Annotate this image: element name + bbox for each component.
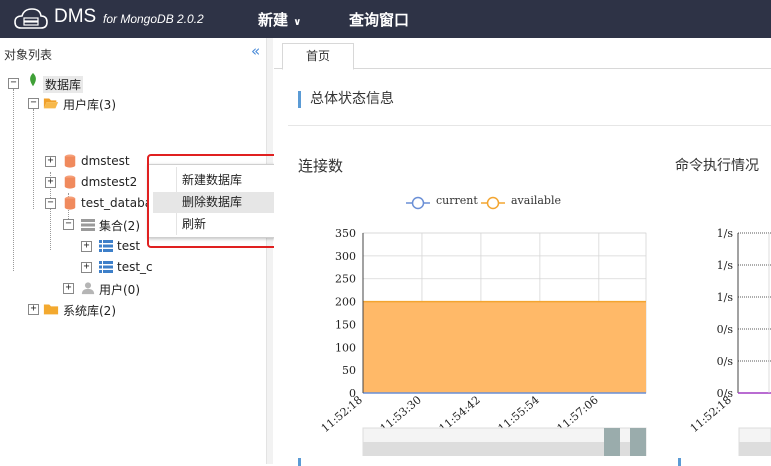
table-icon bbox=[99, 240, 113, 252]
y-tick-label: 100 bbox=[335, 341, 356, 354]
section-title-partial bbox=[678, 458, 768, 466]
section-title-partial bbox=[298, 458, 418, 466]
y-tick-label: 250 bbox=[335, 273, 356, 286]
tree-guide-line bbox=[33, 109, 34, 209]
zoom-slider-track bbox=[739, 442, 771, 456]
menu-new[interactable]: 新建 ∨ bbox=[258, 9, 301, 30]
top-bar: DMS for MongoDB 2.0.2 新建 ∨ 查询窗口 bbox=[0, 0, 771, 38]
tab-bar: 首页 bbox=[274, 38, 771, 70]
sidebar-title: 对象列表 bbox=[4, 48, 53, 62]
folder-icon bbox=[43, 304, 59, 315]
charts-svg: current available 05010015020025030035011… bbox=[319, 194, 771, 456]
y-tick-label: 350 bbox=[335, 227, 356, 240]
database-icon bbox=[64, 175, 76, 189]
tree-collapse-toggle[interactable]: − bbox=[45, 198, 56, 209]
x-tick-label: 11:52:18 bbox=[688, 393, 734, 435]
main-panel: 首页 总体状态信息 连接数 命令执行情况 current available 05… bbox=[274, 38, 771, 466]
tree-node-collections[interactable]: 集合(2) bbox=[99, 217, 140, 234]
collapse-left-icon[interactable]: « bbox=[251, 42, 260, 60]
y-tick-label: 200 bbox=[335, 296, 356, 309]
table-icon bbox=[99, 261, 113, 273]
tree-node-db[interactable]: dmstest2 bbox=[81, 175, 137, 189]
menu-query-window[interactable]: 查询窗口 bbox=[349, 9, 409, 30]
database-icon bbox=[64, 196, 76, 210]
y-tick-label: 0/s bbox=[717, 323, 734, 336]
legend-label: current bbox=[436, 194, 478, 207]
sidebar: 对象列表 « − 数据库 − 用户库(3) + dmstest + dmstes… bbox=[0, 38, 273, 464]
app-subtitle: for MongoDB 2.0.2 bbox=[103, 12, 204, 26]
legend-label: available bbox=[511, 194, 561, 207]
y-tick-label: 1/s bbox=[717, 259, 734, 272]
tree-expand-toggle[interactable]: + bbox=[45, 177, 56, 188]
x-tick-label: 11:52:18 bbox=[319, 393, 365, 435]
tree-node-collection[interactable]: test_c bbox=[117, 260, 153, 274]
tree-node-databases[interactable]: 数据库 bbox=[43, 76, 84, 93]
y-tick-label: 1/s bbox=[717, 291, 734, 304]
chevron-down-icon: ∨ bbox=[293, 17, 302, 28]
tree-node-db[interactable]: dmstest bbox=[81, 154, 130, 168]
legend-marker bbox=[486, 196, 500, 210]
zoom-slider-handle bbox=[630, 428, 646, 456]
series-available-area bbox=[363, 301, 646, 393]
y-tick-label: 50 bbox=[342, 364, 356, 377]
y-tick-label: 300 bbox=[335, 250, 356, 263]
open-folder-icon bbox=[43, 98, 59, 109]
tree-expand-toggle[interactable]: + bbox=[28, 304, 39, 315]
tree-expand-toggle[interactable]: + bbox=[81, 262, 92, 273]
tree-collapse-toggle[interactable]: − bbox=[8, 78, 19, 89]
tree-expand-toggle[interactable]: + bbox=[81, 241, 92, 252]
menu-new-label: 新建 bbox=[258, 11, 289, 29]
user-icon bbox=[81, 282, 95, 295]
tree-expand-toggle[interactable]: + bbox=[63, 283, 74, 294]
tree-collapse-toggle[interactable]: − bbox=[28, 98, 39, 109]
highlight-annotation-box bbox=[147, 154, 285, 248]
zoom-slider-handle bbox=[604, 428, 620, 456]
tree-expand-toggle[interactable]: + bbox=[45, 156, 56, 167]
database-icon bbox=[64, 154, 76, 168]
sidebar-header: 对象列表 « bbox=[0, 38, 273, 68]
tree-guide-line bbox=[13, 89, 14, 271]
legend-marker bbox=[411, 196, 425, 210]
zoom-slider-track bbox=[363, 442, 646, 456]
tab-home[interactable]: 首页 bbox=[282, 43, 354, 70]
tree-node-user-db[interactable]: 用户库(3) bbox=[63, 96, 116, 113]
app-name: DMS bbox=[54, 6, 97, 27]
y-tick-label: 1/s bbox=[717, 227, 734, 240]
cloud-db-logo-icon bbox=[14, 8, 48, 29]
collection-icon bbox=[81, 219, 95, 231]
sidebar-scrollbar[interactable] bbox=[266, 38, 273, 464]
mongodb-leaf-icon bbox=[30, 73, 36, 87]
tree-collapse-toggle[interactable]: − bbox=[63, 219, 74, 230]
y-tick-label: 150 bbox=[335, 318, 356, 331]
tree-node-system-db[interactable]: 系统库(2) bbox=[63, 302, 116, 319]
tree-node-users[interactable]: 用户(0) bbox=[99, 281, 140, 298]
tree-node-collection[interactable]: test bbox=[117, 239, 140, 253]
y-tick-label: 0/s bbox=[717, 355, 734, 368]
